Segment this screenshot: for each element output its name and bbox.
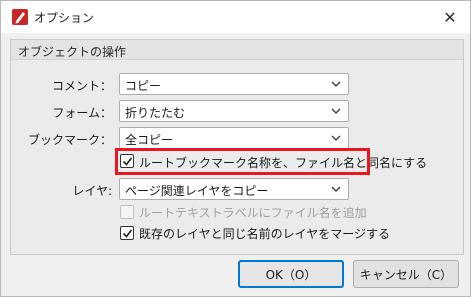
chevron-down-icon xyxy=(331,135,341,141)
cancel-button[interactable]: キャンセル（C） xyxy=(353,260,459,288)
ok-button[interactable]: OK（O） xyxy=(238,260,344,288)
title-bar: オプション ✕ xyxy=(1,1,470,33)
app-logo-icon xyxy=(12,9,28,25)
group-header: オブジェクトの操作 xyxy=(11,40,463,60)
chevron-down-icon xyxy=(331,108,341,114)
layer-select[interactable]: ページ関連レイヤをコピー xyxy=(119,178,349,200)
comment-select-value: コピー xyxy=(125,79,162,93)
chevron-down-icon xyxy=(331,81,341,87)
checkmark-icon xyxy=(122,229,133,238)
bookmark-label: ブックマーク： xyxy=(27,133,112,147)
merge-layers-checkbox[interactable] xyxy=(120,226,134,240)
bookmark-select-value: 全コピー xyxy=(125,133,174,147)
form-label: フォーム： xyxy=(52,106,112,120)
bookmark-select[interactable]: 全コピー xyxy=(119,127,349,149)
highlight-annotation xyxy=(115,148,370,175)
merge-layers-label: 既存のレイヤと同じ名前のレイヤをマージする xyxy=(139,227,391,241)
root-text-label-label: ルートテキストラベルにファイル名を追加 xyxy=(139,206,367,220)
close-icon: ✕ xyxy=(443,7,457,27)
cancel-button-label: キャンセル（C） xyxy=(359,267,453,282)
ok-button-label: OK（O） xyxy=(265,267,317,282)
root-text-label-checkbox[interactable] xyxy=(120,205,134,219)
comment-select[interactable]: コピー xyxy=(119,73,349,95)
comment-label: コメント： xyxy=(51,79,112,93)
dialog-title: オプション xyxy=(34,11,95,25)
close-button[interactable]: ✕ xyxy=(430,1,470,33)
chevron-down-icon xyxy=(331,186,341,192)
form-select[interactable]: 折りたたむ xyxy=(119,100,349,122)
options-dialog: オプション ✕ オブジェクトの操作 コメント： コピー フォーム： 折りたたむ … xyxy=(0,0,471,297)
layer-select-value: ページ関連レイヤをコピー xyxy=(125,184,269,198)
group-title: オブジェクトの操作 xyxy=(18,45,127,59)
layer-label: レイヤ: xyxy=(72,184,112,198)
form-select-value: 折りたたむ xyxy=(125,106,186,120)
